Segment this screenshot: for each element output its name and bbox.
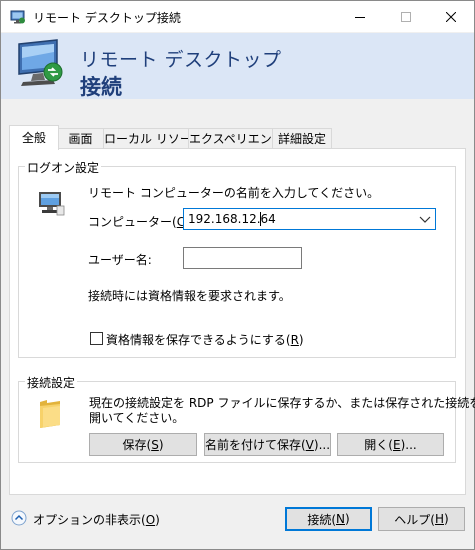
computer-input[interactable]: 192.168.12.64 — [188, 212, 276, 226]
open-button-text: 開く( — [364, 438, 393, 452]
save-button-suffix: ) — [158, 437, 164, 452]
title-bar[interactable]: リモート デスクトップ接続 — [1, 1, 474, 33]
remote-desktop-window: リモート デスクトップ接続 リモート デスクトップ 接続 全般 画面 ローカル … — [0, 0, 475, 550]
username-label: ユーザー名: — [88, 253, 152, 267]
computer-combobox[interactable]: 192.168.12.64 — [183, 208, 436, 230]
hide-options-suffix: ) — [155, 513, 160, 527]
minimize-button[interactable] — [337, 1, 383, 32]
logon-group-title: ログオン設定 — [25, 159, 102, 176]
maximize-icon — [401, 11, 411, 22]
save-as-button-suffix: )... — [313, 437, 331, 452]
username-field[interactable] — [183, 247, 302, 269]
tab-experience[interactable]: エクスペリエンス — [188, 128, 284, 149]
save-credentials-label[interactable]: 資格情報を保存できるようにする(R) — [106, 331, 304, 348]
tab-display-label: 画面 — [68, 132, 93, 146]
help-button-text: ヘルプ( — [394, 512, 435, 527]
open-button[interactable]: 開く(E)... — [337, 433, 444, 456]
banner-title-line2: 接続 — [80, 75, 122, 99]
close-icon — [446, 11, 456, 22]
connection-group-title: 接続設定 — [25, 374, 78, 391]
save-button-text: 保存( — [122, 438, 152, 452]
computer-icon — [39, 192, 65, 216]
computer-instruction: リモート コンピューターの名前を入力してください。 — [88, 186, 380, 200]
help-button-suffix: ) — [444, 512, 449, 526]
save-credentials-accesskey: R — [290, 333, 299, 347]
chevron-down-icon[interactable] — [419, 214, 431, 224]
tab-display[interactable]: 画面 — [57, 128, 104, 149]
help-button-accesskey: H — [434, 512, 445, 526]
save-as-button[interactable]: 名前を付けて保存(V)... — [204, 433, 331, 456]
connect-button-accesskey: N — [336, 512, 345, 526]
save-button-accesskey: S — [151, 437, 159, 452]
remote-desktop-monitor-icon — [18, 39, 63, 86]
connection-description-line2: 開いてください。 — [89, 411, 185, 425]
connect-button[interactable]: 接続(N) — [285, 507, 372, 531]
tab-local-resources[interactable]: ローカル リソース — [103, 128, 203, 149]
computer-label: コンピューター(C): — [88, 213, 194, 230]
text-caret — [260, 212, 261, 226]
connect-button-suffix: ) — [344, 512, 350, 526]
save-credentials-text: 資格情報を保存できるようにする( — [106, 333, 291, 347]
tab-general[interactable]: 全般 — [9, 125, 59, 150]
save-credentials-suffix: ) — [298, 333, 304, 347]
window-title: リモート デスクトップ接続 — [33, 11, 181, 25]
open-button-accesskey: E — [392, 437, 401, 452]
maximize-button[interactable] — [383, 1, 429, 32]
header-banner: リモート デスクトップ 接続 — [1, 33, 474, 99]
banner-title-line1: リモート デスクトップ — [80, 49, 282, 71]
save-button[interactable]: 保存(S) — [89, 433, 197, 456]
save-as-button-text: 名前を付けて保存( — [204, 438, 306, 452]
remote-desktop-icon — [10, 10, 25, 24]
minimize-icon — [355, 16, 365, 18]
hide-options-accesskey: O — [145, 513, 156, 527]
save-as-button-accesskey: V — [305, 437, 314, 452]
general-tab-panel: ログオン設定 リモート コンピューターの名前を入力してください。 コンピューター… — [9, 148, 475, 495]
close-button[interactable] — [428, 1, 474, 32]
collapse-up-icon[interactable] — [11, 510, 27, 526]
logon-settings-group: ログオン設定 リモート コンピューターの名前を入力してください。 コンピューター… — [18, 159, 456, 358]
folder-icon — [40, 400, 60, 428]
tab-advanced[interactable]: 詳細設定 — [272, 128, 332, 149]
connect-button-text: 接続( — [307, 512, 336, 527]
help-button[interactable]: ヘルプ(H) — [378, 507, 465, 531]
tab-general-label: 全般 — [21, 131, 46, 145]
tab-experience-label: エクスペリエンス — [189, 132, 284, 146]
open-button-suffix: )... — [400, 437, 417, 452]
connection-settings-group: 接続設定 現在の接続設定を RDP ファイルに保存するか、または保存された接続を… — [18, 374, 475, 463]
credentials-note: 接続時には資格情報を要求されます。 — [88, 289, 291, 303]
tab-advanced-label: 詳細設定 — [277, 132, 326, 146]
hide-options-text: オプションの非表示( — [33, 513, 146, 527]
save-credentials-checkbox[interactable] — [90, 332, 103, 345]
computer-label-text: コンピューター( — [88, 215, 177, 229]
hide-options-link[interactable]: オプションの非表示(O) — [33, 511, 160, 528]
